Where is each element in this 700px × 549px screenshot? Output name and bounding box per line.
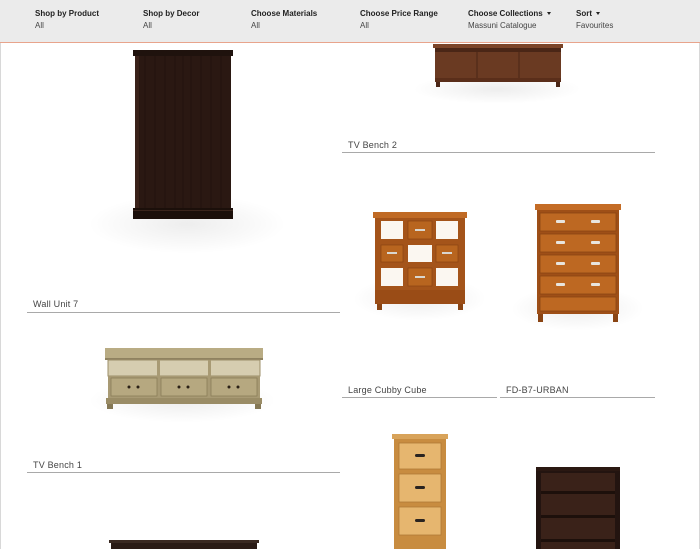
product-card-tv-bench-1[interactable]: TV Bench 1 [27, 318, 340, 474]
filter-value: All [143, 21, 152, 30]
filter-sort[interactable]: Sort Favourites [576, 9, 613, 30]
product-card-large-cubby-cube[interactable]: Large Cubby Cube [342, 156, 497, 399]
product-divider [27, 472, 340, 473]
dark-bench-icon [109, 540, 259, 549]
product-divider [27, 312, 340, 313]
product-card-partial[interactable] [342, 401, 497, 549]
filter-shop-by-decor[interactable]: Shop by Decor All [143, 9, 199, 30]
product-card-partial[interactable] [27, 476, 340, 549]
product-name: Wall Unit 7 [33, 299, 79, 309]
chest-of-drawers-pine-icon [535, 204, 621, 322]
filter-label: Shop by Decor [143, 9, 200, 18]
caret-down-icon [596, 12, 600, 15]
file-cabinet-light-pine-icon [392, 434, 448, 549]
filter-label: Shop by Product [35, 9, 99, 18]
filter-shop-by-product[interactable]: Shop by Product All [35, 9, 99, 30]
product-card-wall-unit-7[interactable]: Wall Unit 7 [27, 44, 340, 314]
tv-bench-walnut-icon [433, 44, 563, 87]
page-border-left [0, 43, 1, 549]
filter-value: Favourites [576, 21, 614, 30]
filter-label: Choose Materials [251, 9, 318, 18]
product-card-fd-b7-urban[interactable]: FD-B7-URBAN [500, 156, 655, 399]
filter-value: All [251, 21, 260, 30]
filter-value: All [35, 21, 44, 30]
filter-choose-materials[interactable]: Choose Materials All [251, 9, 317, 30]
filter-bar: Shop by Product All Shop by Decor All Ch… [0, 0, 700, 43]
dark-bookcase-icon [536, 467, 620, 549]
product-name: TV Bench 1 [33, 460, 83, 470]
product-name: Large Cubby Cube [348, 385, 427, 395]
filter-value: Massuni Catalogue [468, 21, 537, 30]
dark-wall-unit-icon [133, 50, 233, 219]
product-card-partial[interactable] [500, 401, 655, 549]
filter-label: Sort [576, 9, 613, 18]
product-card-tv-bench-2[interactable]: TV Bench 2 [342, 44, 655, 154]
cubby-cube-pine-icon [373, 212, 467, 310]
tv-bench-oak-icon [105, 348, 263, 409]
filter-choose-collections[interactable]: Choose Collections Massuni Catalogue [468, 9, 551, 30]
product-divider [500, 397, 655, 398]
filter-value: All [360, 21, 369, 30]
filter-choose-price-range[interactable]: Choose Price Range All [360, 9, 438, 30]
filter-label: Choose Collections [468, 9, 551, 18]
filter-label: Choose Price Range [360, 9, 438, 18]
product-name: FD-B7-URBAN [506, 385, 569, 395]
product-name: TV Bench 2 [348, 140, 398, 150]
product-divider [342, 397, 497, 398]
product-divider [342, 152, 655, 153]
caret-down-icon [546, 12, 551, 15]
